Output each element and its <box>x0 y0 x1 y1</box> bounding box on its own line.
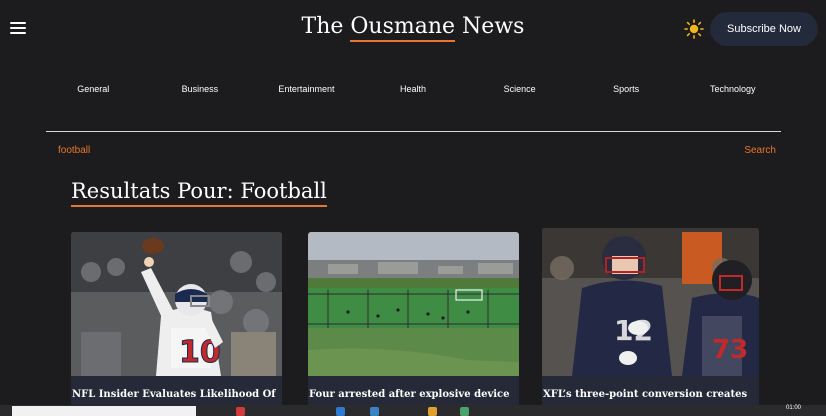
svg-text:73: 73 <box>712 335 748 365</box>
os-taskbar: 01:00 <box>0 405 826 416</box>
search-input[interactable] <box>58 142 658 158</box>
nav-item-sports[interactable]: Sports <box>573 80 680 100</box>
taskbar-search[interactable] <box>12 406 196 416</box>
sun-icon[interactable] <box>684 19 704 39</box>
taskbar-clock: 01:00 <box>786 405 802 411</box>
app-icon[interactable] <box>370 407 379 416</box>
article-title: Four arrested after explosive device <box>308 376 519 408</box>
top-bar: The Ousmane News Subscribe Now <box>0 0 826 60</box>
article-card[interactable]: 12 73 XFL’s three-point conversion creat… <box>542 228 759 408</box>
article-card[interactable]: 10 NFL Insider Evaluates Likelihood Of <box>71 232 282 408</box>
nav-item-science[interactable]: Science <box>466 80 573 100</box>
article-card[interactable]: Four arrested after explosive device <box>308 232 519 408</box>
app-icon[interactable] <box>428 407 437 416</box>
nav-divider <box>46 131 781 132</box>
article-image: 12 73 <box>542 228 759 376</box>
article-title: XFL’s three-point conversion creates <box>542 378 759 408</box>
nav-item-business[interactable]: Business <box>147 80 254 100</box>
app-icon[interactable] <box>236 407 245 416</box>
results-heading: Resultats Pour: Football <box>71 178 327 207</box>
nav-item-general[interactable]: General <box>40 80 147 100</box>
search-button[interactable]: Search <box>730 142 776 158</box>
subscribe-button[interactable]: Subscribe Now <box>710 12 818 46</box>
app-icon[interactable] <box>336 407 345 416</box>
category-nav: General Business Entertainment Health Sc… <box>40 80 786 100</box>
article-image <box>308 232 519 376</box>
nav-item-health[interactable]: Health <box>360 80 467 100</box>
site-title-highlight: Ousmane <box>350 14 456 42</box>
article-title: NFL Insider Evaluates Likelihood Of <box>71 376 282 408</box>
app-icon[interactable] <box>460 407 469 416</box>
nav-item-technology[interactable]: Technology <box>679 80 786 100</box>
nav-item-entertainment[interactable]: Entertainment <box>253 80 360 100</box>
article-image: 10 <box>71 232 282 376</box>
